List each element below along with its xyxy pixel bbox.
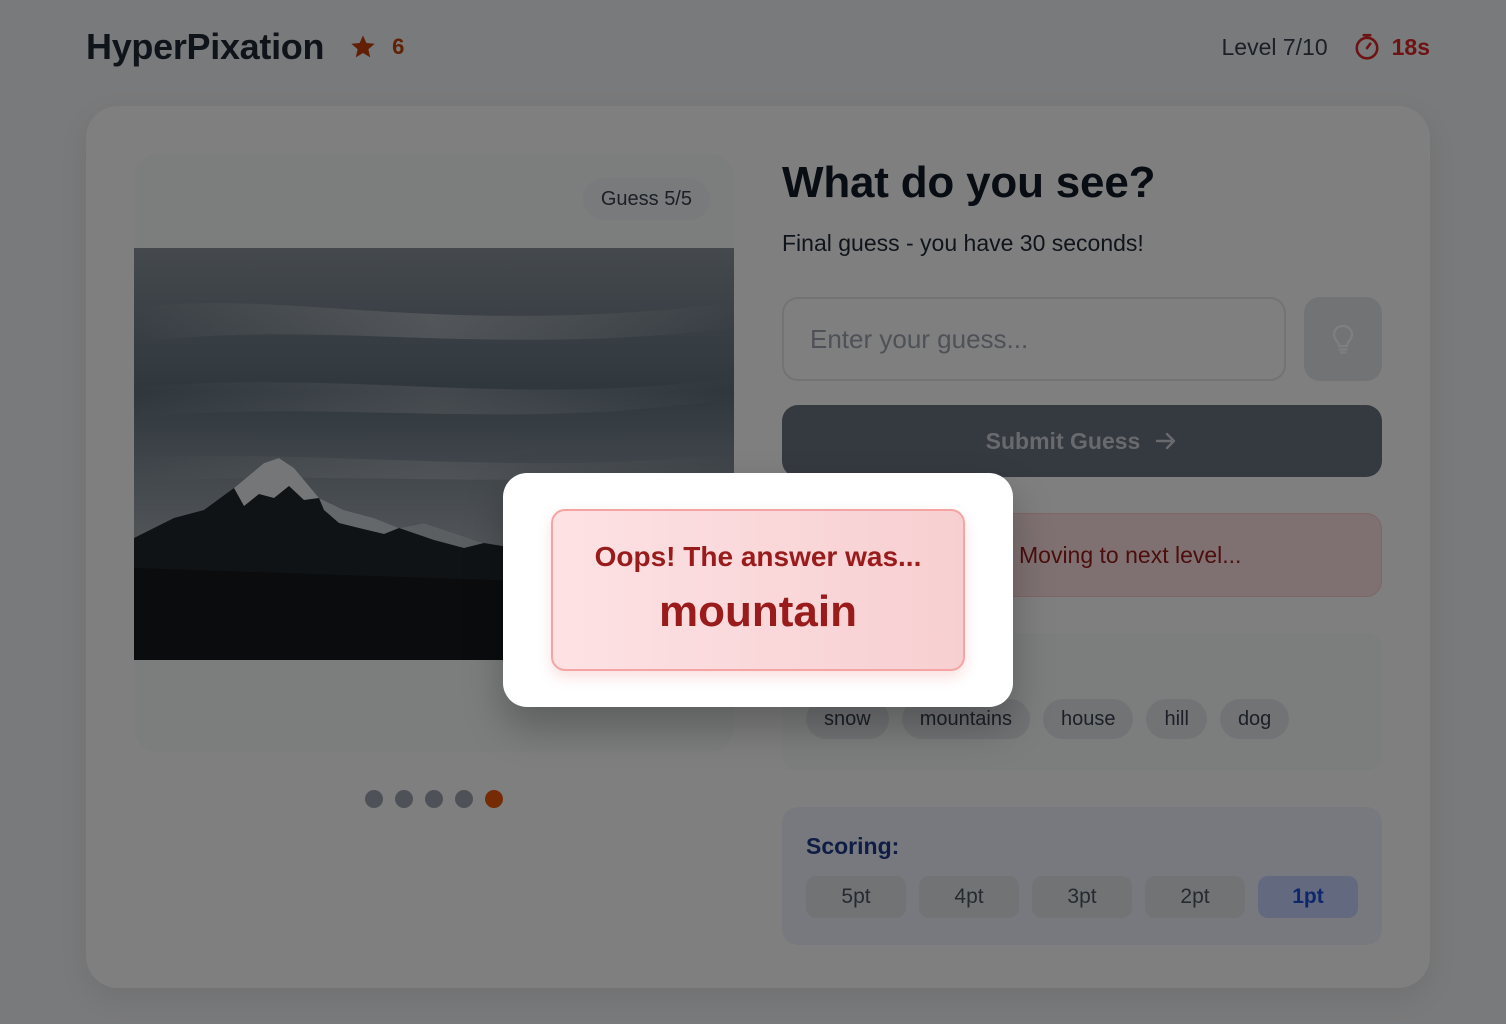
result-message: Oops! The answer was... [594, 541, 922, 572]
result-modal: Oops! The answer was... mountain [503, 473, 1013, 707]
correct-answer: mountain [659, 587, 857, 636]
result-card: Oops! The answer was... mountain [551, 509, 965, 671]
